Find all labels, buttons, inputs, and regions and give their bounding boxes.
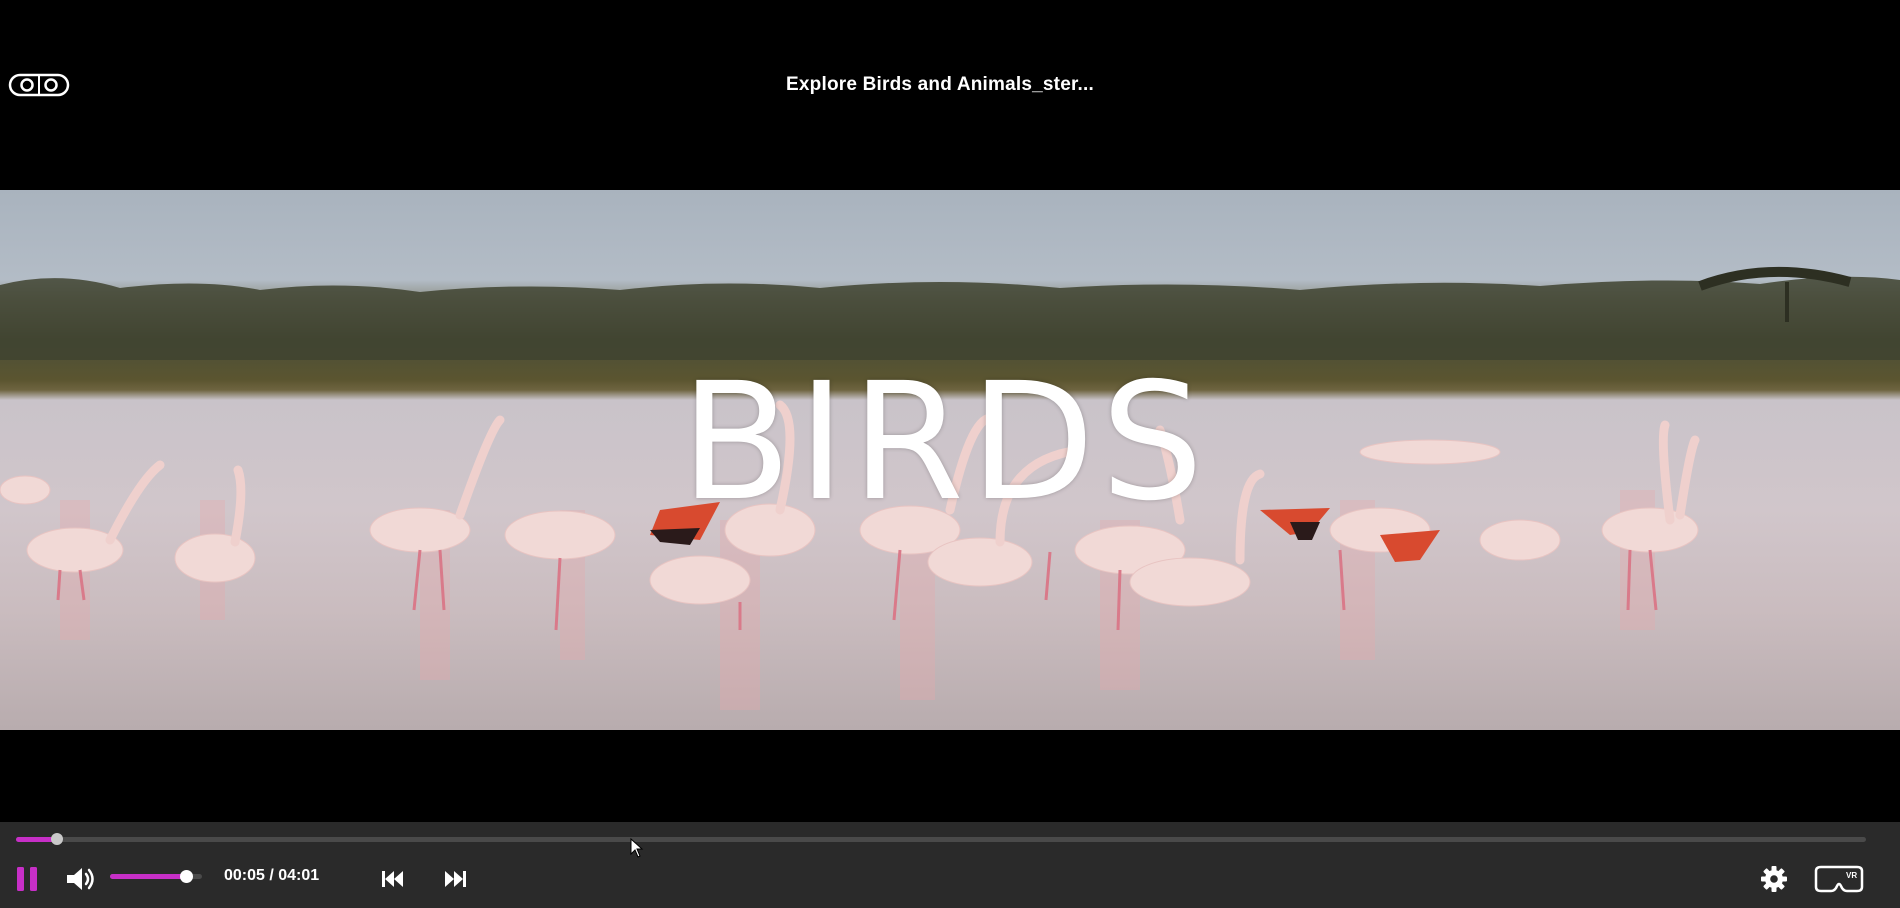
seek-handle[interactable]	[50, 833, 63, 845]
vr-label: VR	[1846, 871, 1857, 880]
next-button[interactable]	[440, 864, 470, 894]
time-display: 00:05 / 04:01	[224, 867, 320, 884]
video-title: Explore Birds and Animals_ster...	[786, 74, 1094, 95]
volume-handle[interactable]	[180, 870, 194, 883]
mouse-cursor-icon	[630, 838, 644, 858]
pause-icon	[17, 867, 37, 891]
volume-slider[interactable]	[110, 870, 202, 883]
vr-headset-icon: VR	[1814, 865, 1864, 893]
settings-button[interactable]	[1758, 863, 1790, 895]
seek-bar[interactable]	[16, 833, 1866, 845]
pause-button[interactable]	[14, 864, 40, 894]
gear-icon	[1761, 866, 1787, 892]
vr-button[interactable]: VR	[1812, 862, 1866, 896]
top-bar: Explore Birds and Animals_ster...	[0, 0, 1900, 190]
video-frame[interactable]: BIRDS	[0, 190, 1900, 730]
skip-next-icon	[445, 871, 466, 887]
skip-previous-icon	[382, 871, 403, 887]
control-bar: 00:05 / 04:01 VR	[0, 822, 1900, 908]
volume-level	[110, 874, 187, 879]
volume-button[interactable]	[64, 864, 100, 894]
volume-icon	[67, 868, 94, 890]
previous-button[interactable]	[378, 864, 408, 894]
overlay-title: BIRDS	[680, 349, 1210, 537]
